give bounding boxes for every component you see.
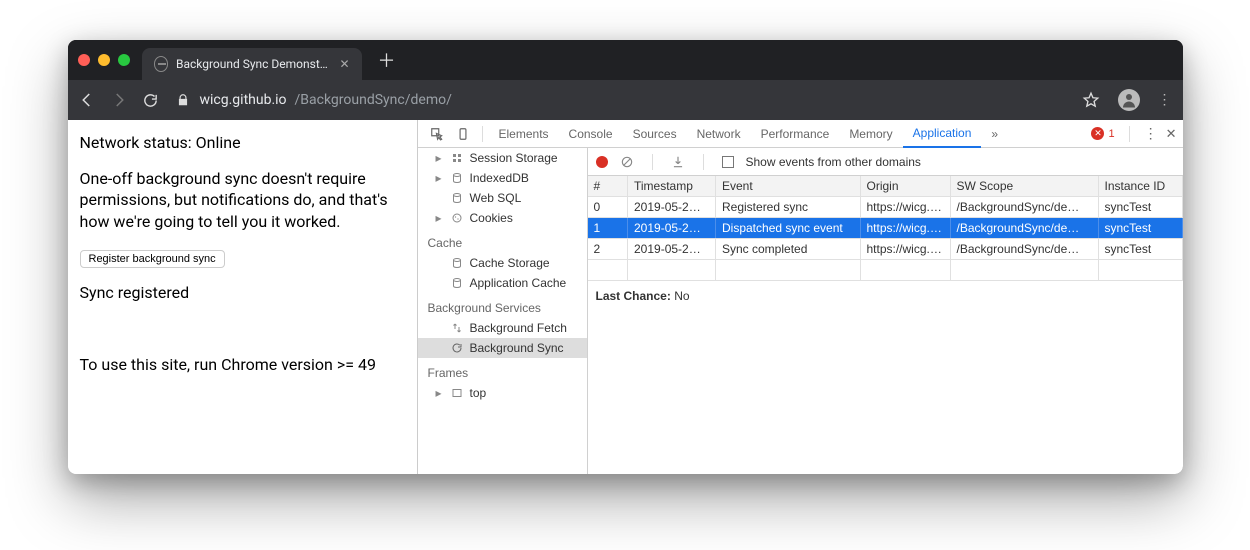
- device-toggle-icon[interactable]: [450, 127, 476, 141]
- devtools-tab-sources[interactable]: Sources: [623, 120, 687, 148]
- devtools-tab-performance[interactable]: Performance: [751, 120, 840, 148]
- sidebar-item-session-storage[interactable]: ▸Session Storage: [418, 148, 587, 168]
- devtools-tab-application[interactable]: Application: [903, 120, 982, 148]
- zoom-window-button[interactable]: [118, 54, 130, 66]
- frame-icon: [450, 386, 464, 400]
- sidebar-item-label: Web SQL: [470, 191, 522, 205]
- devtools-tab-elements[interactable]: Elements: [489, 120, 559, 148]
- page-content: Network status: Online One-off backgroun…: [68, 120, 417, 474]
- col-index[interactable]: #: [588, 176, 628, 197]
- sidebar-item-background-sync[interactable]: Background Sync: [418, 338, 587, 358]
- tab-title: Background Sync Demonstration: [176, 57, 331, 71]
- register-sync-button[interactable]: Register background sync: [80, 250, 225, 268]
- col-instanceid[interactable]: Instance ID: [1098, 176, 1182, 197]
- url-domain: wicg.github.io: [200, 92, 287, 108]
- table-row[interactable]: 12019-05-2…Dispatched sync eventhttps://…: [588, 218, 1183, 239]
- show-other-domains-checkbox[interactable]: [722, 156, 734, 168]
- sidebar-item-label: IndexedDB: [470, 171, 529, 185]
- cookie-icon: [450, 211, 464, 225]
- table-row[interactable]: 02019-05-2…Registered synchttps://wicg.……: [588, 197, 1183, 218]
- download-icon[interactable]: [671, 155, 685, 169]
- application-main: Show events from other domains # Timesta…: [588, 148, 1183, 474]
- col-swscope[interactable]: SW Scope: [950, 176, 1098, 197]
- sidebar-item-cookies[interactable]: ▸Cookies: [418, 208, 587, 228]
- profile-avatar-icon[interactable]: [1118, 89, 1140, 111]
- close-tab-icon[interactable]: ✕: [339, 57, 349, 71]
- sidebar-heading-cache: Cache: [418, 228, 587, 253]
- record-button[interactable]: [596, 156, 608, 168]
- sidebar-item-label: Session Storage: [470, 151, 558, 165]
- chrome-menu-icon[interactable]: ⋮: [1158, 92, 1173, 108]
- bgsync-toolbar: Show events from other domains: [588, 148, 1183, 176]
- table-row: [588, 260, 1183, 281]
- sidebar-item-label: Background Sync: [470, 341, 564, 355]
- event-detail: Last Chance: No: [588, 281, 1183, 311]
- address-bar[interactable]: wicg.github.io/BackgroundSync/demo/: [174, 91, 452, 109]
- sidebar-item-label: Application Cache: [470, 276, 567, 290]
- page-footer: To use this site, run Chrome version >= …: [80, 354, 405, 376]
- sync-status: Sync registered: [80, 282, 405, 304]
- sync-events-table: # Timestamp Event Origin SW Scope Instan…: [588, 176, 1183, 281]
- show-other-domains-label: Show events from other domains: [746, 155, 921, 169]
- detail-label: Last Chance:: [596, 289, 671, 303]
- macos-traffic-lights: [78, 54, 130, 66]
- sidebar-item-label: top: [470, 386, 487, 400]
- storage-icon: [450, 151, 464, 165]
- application-sidebar: ▸Session Storage ▸IndexedDB Web SQL ▸Coo…: [418, 148, 588, 474]
- devtools-more-tabs-icon[interactable]: »: [981, 120, 1008, 148]
- sidebar-item-label: Background Fetch: [470, 321, 567, 335]
- database-icon: [450, 256, 464, 270]
- content-area: Network status: Online One-off backgroun…: [68, 120, 1183, 474]
- col-origin[interactable]: Origin: [860, 176, 950, 197]
- address-bar-row: wicg.github.io/BackgroundSync/demo/ ⋮: [68, 80, 1183, 120]
- browser-window: Background Sync Demonstration ✕ ＋ wicg.g…: [68, 40, 1183, 474]
- sync-icon: [450, 341, 464, 355]
- lock-icon: [174, 91, 192, 109]
- sidebar-item-frame-top[interactable]: ▸top: [418, 383, 587, 403]
- page-description: One-off background sync doesn't require …: [80, 168, 405, 233]
- error-count-badge[interactable]: ✕ 1: [1091, 127, 1114, 140]
- sidebar-item-label: Cookies: [470, 211, 513, 225]
- sidebar-item-indexeddb[interactable]: ▸IndexedDB: [418, 168, 587, 188]
- devtools-panel: Elements Console Sources Network Perform…: [417, 120, 1183, 474]
- col-event[interactable]: Event: [716, 176, 861, 197]
- error-count: 1: [1108, 128, 1114, 140]
- reload-icon[interactable]: [142, 91, 160, 109]
- close-window-button[interactable]: [78, 54, 90, 66]
- forward-icon[interactable]: [110, 91, 128, 109]
- browser-tab[interactable]: Background Sync Demonstration ✕: [142, 48, 362, 80]
- devtools-tab-memory[interactable]: Memory: [839, 120, 902, 148]
- sidebar-heading-bg: Background Services: [418, 293, 587, 318]
- globe-icon: [154, 56, 168, 72]
- inspect-element-icon[interactable]: [424, 127, 450, 141]
- database-icon: [450, 191, 464, 205]
- database-icon: [450, 276, 464, 290]
- col-timestamp[interactable]: Timestamp: [628, 176, 716, 197]
- sidebar-item-websql[interactable]: Web SQL: [418, 188, 587, 208]
- close-devtools-icon[interactable]: ✕: [1166, 126, 1177, 142]
- back-icon[interactable]: [78, 91, 96, 109]
- table-row[interactable]: 22019-05-2…Sync completedhttps://wicg.…/…: [588, 239, 1183, 260]
- devtools-tab-network[interactable]: Network: [687, 120, 751, 148]
- tab-strip: Background Sync Demonstration ✕ ＋: [68, 40, 1183, 80]
- network-status-label: Network status:: [80, 133, 196, 152]
- sidebar-heading-frames: Frames: [418, 358, 587, 383]
- sidebar-item-background-fetch[interactable]: Background Fetch: [418, 318, 587, 338]
- sidebar-item-label: Cache Storage: [470, 256, 550, 270]
- devtools-settings-icon[interactable]: ⋮: [1144, 125, 1158, 142]
- detail-value: No: [674, 289, 689, 303]
- database-icon: [450, 171, 464, 185]
- url-path: /BackgroundSync/demo/: [295, 92, 452, 108]
- sidebar-item-cache-storage[interactable]: Cache Storage: [418, 253, 587, 273]
- devtools-tabbar: Elements Console Sources Network Perform…: [418, 120, 1183, 148]
- clear-icon[interactable]: [620, 155, 634, 169]
- new-tab-button[interactable]: ＋: [378, 47, 396, 73]
- sidebar-item-application-cache[interactable]: Application Cache: [418, 273, 587, 293]
- minimize-window-button[interactable]: [98, 54, 110, 66]
- network-status-value: Online: [196, 133, 241, 152]
- bookmark-icon[interactable]: [1082, 91, 1100, 109]
- transfer-icon: [450, 321, 464, 335]
- error-icon: ✕: [1091, 127, 1104, 140]
- devtools-tab-console[interactable]: Console: [559, 120, 623, 148]
